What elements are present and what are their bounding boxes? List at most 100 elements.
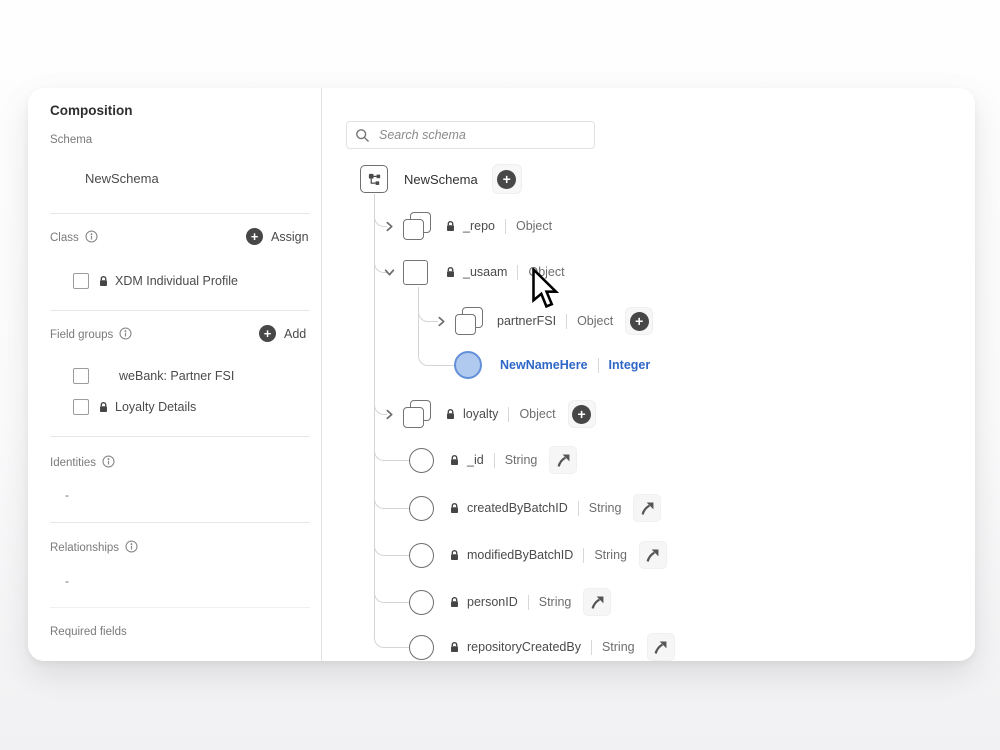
field-group-checkbox[interactable] (73, 368, 89, 384)
relationships-empty-value: - (65, 574, 69, 588)
tree-connector (374, 449, 411, 461)
info-icon[interactable] (119, 327, 132, 340)
plus-icon: + (497, 170, 516, 189)
schema-name-value[interactable]: NewSchema (85, 171, 159, 186)
chevron-down-icon[interactable] (384, 267, 395, 278)
identities-label-text: Identities (50, 457, 96, 469)
info-icon[interactable] (125, 540, 138, 553)
tree-row[interactable]: partnerFSI Object + (436, 306, 653, 336)
tree-row-selected[interactable]: NewNameHere Integer (454, 350, 650, 380)
tree-row[interactable]: modifiedByBatchID String (409, 540, 667, 570)
lock-icon (445, 408, 456, 421)
field-name: modifiedByBatchID (467, 548, 573, 562)
field-type: Object (519, 407, 555, 421)
field-name: _id (467, 453, 484, 467)
chevron-right-icon[interactable] (436, 316, 447, 327)
identity-link-button[interactable] (549, 446, 577, 474)
tree-row[interactable]: loyalty Object + (384, 399, 596, 429)
add-subfield-button[interactable]: + (625, 307, 653, 335)
field-type: String (594, 548, 627, 562)
schema-editor-card: Composition Schema NewSchema Class + Ass… (28, 88, 975, 661)
tree-row[interactable]: createdByBatchID String (409, 493, 661, 523)
add-root-field-button[interactable]: + (492, 164, 522, 194)
field-lock-icon (449, 549, 460, 562)
tree-connector (418, 354, 456, 366)
field-group-item-label: Loyalty Details (115, 400, 196, 414)
identities-section-label: Identities (50, 455, 115, 471)
tree-row[interactable]: _repo Object (384, 211, 552, 241)
tree-row[interactable]: _id String (409, 445, 577, 475)
lock-icon (98, 275, 109, 288)
type-separator (583, 548, 584, 563)
type-separator (508, 407, 509, 422)
tree-row[interactable]: personID String (409, 587, 611, 617)
lock-icon (449, 454, 460, 467)
expand-chevron[interactable] (436, 316, 447, 327)
expand-chevron[interactable] (384, 221, 395, 232)
add-button-label: Add (284, 327, 306, 341)
identity-link-button[interactable] (647, 633, 675, 661)
tree-connector (374, 591, 411, 603)
field-groups-info-icon[interactable] (119, 327, 132, 343)
field-lock-icon (449, 596, 460, 609)
field-name: personID (467, 595, 518, 609)
type-separator (517, 265, 518, 280)
field-lock-icon (449, 502, 460, 515)
divider (50, 213, 310, 214)
divider (50, 607, 310, 608)
type-separator (578, 501, 579, 516)
tree-connector (374, 636, 411, 648)
type-separator (494, 453, 495, 468)
class-label-text: Class (50, 232, 79, 244)
field-groups-label-text: Field groups (50, 329, 113, 341)
info-icon[interactable] (102, 455, 115, 468)
add-field-group-button[interactable]: + Add (259, 325, 306, 342)
lock-icon (449, 502, 460, 515)
add-subfield-button[interactable]: + (568, 400, 596, 428)
lock-icon (449, 641, 460, 654)
field-icon (409, 590, 434, 615)
search-input[interactable] (377, 127, 586, 143)
lock-icon (449, 596, 460, 609)
field-group-item-row: Loyalty Details (73, 399, 196, 415)
composition-title: Composition (50, 103, 133, 118)
root-schema-name[interactable]: NewSchema (404, 172, 478, 187)
field-type: String (539, 595, 572, 609)
field-type: Object (528, 265, 564, 279)
field-group-checkbox[interactable] (73, 399, 89, 415)
chevron-right-icon[interactable] (384, 221, 395, 232)
plus-icon: + (246, 228, 263, 245)
class-info-icon[interactable] (85, 230, 98, 246)
identity-arrow-icon (639, 500, 656, 517)
schema-root-icon[interactable] (360, 165, 388, 193)
field-name: loyalty (463, 407, 498, 421)
field-type: String (602, 640, 635, 654)
type-separator (591, 640, 592, 655)
identity-link-button[interactable] (639, 541, 667, 569)
identity-link-button[interactable] (633, 494, 661, 522)
info-icon[interactable] (85, 230, 98, 243)
assign-class-button[interactable]: + Assign (246, 228, 309, 245)
identity-arrow-icon (644, 547, 661, 564)
tree-row[interactable]: repositoryCreatedBy String (409, 632, 675, 661)
schema-search (346, 121, 595, 149)
field-icon (409, 635, 434, 660)
field-name: _usaam (463, 265, 507, 279)
identities-info-icon[interactable] (102, 455, 115, 471)
divider (50, 436, 310, 437)
relationships-info-icon[interactable] (125, 540, 138, 556)
chevron-right-icon[interactable] (384, 409, 395, 420)
field-groups-section-label: Field groups (50, 327, 132, 343)
expand-chevron[interactable] (384, 409, 395, 420)
collapse-chevron[interactable] (384, 267, 395, 278)
field-type: Object (516, 219, 552, 233)
field-type: String (505, 453, 538, 467)
tree-connector (374, 544, 411, 556)
field-group-item-label: weBank: Partner FSI (119, 369, 234, 383)
field-type: String (589, 501, 622, 515)
tree-row[interactable]: _usaam Object (384, 257, 565, 287)
divider (50, 310, 310, 311)
class-item-checkbox[interactable] (73, 273, 89, 289)
field-group-item-row: weBank: Partner FSI (73, 368, 234, 384)
identity-link-button[interactable] (583, 588, 611, 616)
